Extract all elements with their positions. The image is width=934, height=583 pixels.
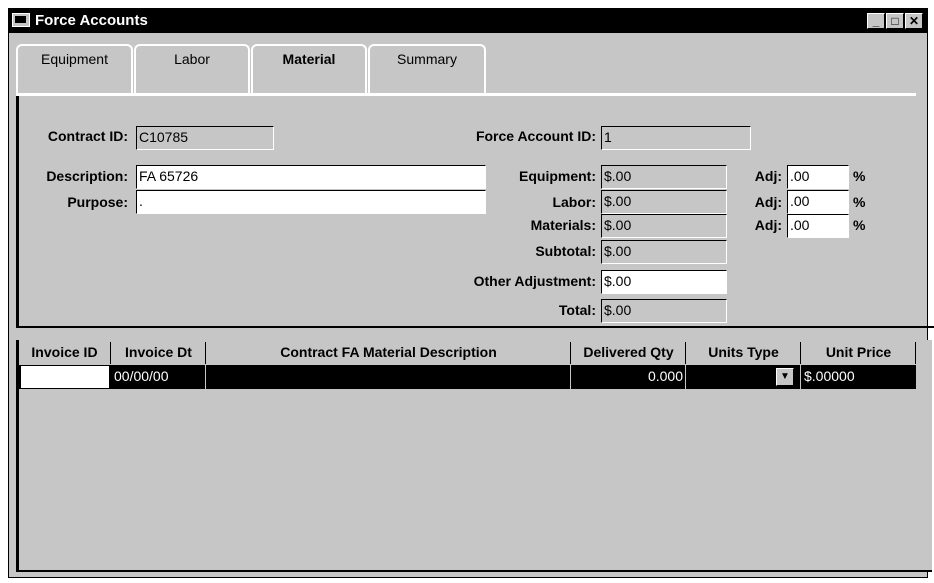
invoice-id-cell[interactable] <box>20 365 110 389</box>
labor-adj-field[interactable]: .00 <box>787 190 849 214</box>
title-bar[interactable]: Force Accounts _ □ ✕ <box>9 9 927 33</box>
materials-adj-label: Adj: <box>754 217 782 233</box>
window-title: Force Accounts <box>35 12 148 29</box>
subtotal-label: Subtotal: <box>535 243 596 259</box>
column-header-units-type[interactable]: Units Type <box>687 342 801 364</box>
materials-adj-field[interactable]: .00 <box>787 214 849 238</box>
chevron-down-icon[interactable]: ▼ <box>776 368 794 386</box>
materials-percent-sign: % <box>853 217 866 233</box>
column-header-unit-price[interactable]: Unit Price <box>802 342 916 364</box>
maximize-button[interactable]: □ <box>886 13 904 29</box>
minimize-button[interactable]: _ <box>867 13 885 29</box>
materials-label: Materials: <box>530 217 596 233</box>
equipment-field[interactable]: $.00 <box>601 165 727 189</box>
purpose-field[interactable]: . <box>136 190 486 214</box>
equipment-percent-sign: % <box>853 168 866 184</box>
other-adjustment-field[interactable]: $.00 <box>601 270 727 294</box>
force-account-id-field[interactable]: 1 <box>601 126 751 150</box>
labor-field[interactable]: $.00 <box>601 190 727 214</box>
labor-percent-sign: % <box>853 194 866 210</box>
material-description-cell[interactable] <box>207 365 571 389</box>
other-adjustment-label: Other Adjustment: <box>473 273 596 289</box>
delivered-qty-cell[interactable]: 0.000 <box>572 365 686 389</box>
purpose-label: Purpose: <box>67 194 128 210</box>
subtotal-field[interactable]: $.00 <box>601 240 727 264</box>
materials-field[interactable]: $.00 <box>601 214 727 238</box>
tab-equipment[interactable]: Equipment <box>16 44 133 94</box>
equipment-label: Equipment: <box>519 168 596 184</box>
tab-material[interactable]: Material <box>251 44 367 94</box>
app-icon <box>12 13 30 27</box>
description-label: Description: <box>46 168 128 184</box>
tab-labor[interactable]: Labor <box>134 44 250 94</box>
total-label: Total: <box>558 302 596 318</box>
close-button[interactable]: ✕ <box>905 13 923 29</box>
tab-summary[interactable]: Summary <box>368 44 486 94</box>
invoice-dt-cell[interactable]: 00/00/00 <box>112 365 206 389</box>
description-field[interactable]: FA 65726 <box>136 165 486 189</box>
total-field[interactable]: $.00 <box>601 299 727 323</box>
unit-price-cell[interactable]: $.00000 <box>802 365 916 389</box>
equipment-adj-label: Adj: <box>754 168 782 184</box>
labor-adj-label: Adj: <box>754 194 782 210</box>
column-header-material-description[interactable]: Contract FA Material Description <box>207 342 571 364</box>
contract-id-label: Contract ID: <box>47 128 128 144</box>
contract-id-field[interactable]: C10785 <box>136 126 274 150</box>
column-header-delivered-qty[interactable]: Delivered Qty <box>572 342 686 364</box>
labor-label: Labor: <box>552 194 596 210</box>
equipment-adj-field[interactable]: .00 <box>787 165 849 189</box>
column-header-invoice-dt[interactable]: Invoice Dt <box>112 342 206 364</box>
column-header-invoice-id[interactable]: Invoice ID <box>19 342 111 364</box>
force-account-id-label: Force Account ID: <box>475 128 596 144</box>
